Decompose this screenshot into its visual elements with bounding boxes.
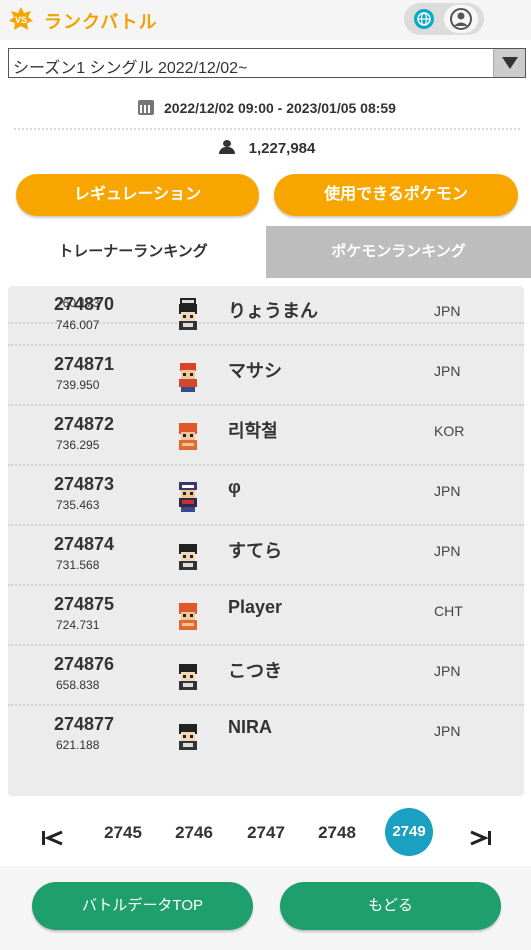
black-hair-trainer-sprite-icon — [179, 724, 197, 750]
table-row[interactable]: 274876 658.838 こつき JPN — [8, 646, 524, 706]
row-score: 658.838 — [56, 678, 100, 692]
page-link-2748[interactable]: 2748 — [312, 818, 362, 848]
row-score: 735.463 — [56, 498, 100, 512]
row-country: JPN — [434, 303, 461, 319]
row-rank: 274877 — [54, 714, 115, 734]
header-icon-group — [404, 3, 484, 35]
row-country: JPN — [434, 723, 461, 739]
cap-trainer-sprite-icon — [179, 482, 197, 512]
footer-bar: バトルデータTOP もどる — [0, 866, 531, 950]
table-row[interactable]: 274870 746.007 りょうまん JPN — [8, 286, 524, 346]
battle-data-top-button[interactable]: バトルデータTOP — [32, 882, 253, 930]
language-globe-icon[interactable] — [414, 9, 434, 29]
black-hair-trainer-sprite-icon — [179, 664, 197, 690]
back-button[interactable]: もどる — [280, 882, 501, 930]
row-rank: 274874 — [54, 534, 115, 554]
divider — [14, 128, 520, 130]
season-info-panel: 2022/12/02 09:00 - 2023/01/05 08:59 1,22… — [8, 90, 526, 166]
orange-hair-trainer-sprite-icon — [179, 423, 197, 450]
tab-trainer-ranking[interactable]: トレーナーランキング — [0, 226, 266, 278]
player-count: 1,227,984 — [8, 132, 526, 166]
first-page-icon[interactable]: |< — [42, 830, 64, 846]
row-rank: 274873 — [54, 474, 115, 494]
row-rank: 274875 — [54, 594, 115, 614]
row-score: 736.295 — [56, 438, 100, 452]
svg-text:VS: VS — [15, 15, 27, 25]
table-row[interactable]: 274874 731.568 すてら JPN — [8, 526, 524, 586]
table-row[interactable]: 274871 739.950 マサシ JPN — [8, 346, 524, 406]
player-count-text: 1,227,984 — [248, 140, 316, 157]
row-player-name: 리학철 — [228, 421, 278, 441]
page-link-2746[interactable]: 2746 — [169, 818, 219, 848]
row-rank: 274871 — [54, 354, 115, 374]
season-period-text: 2022/12/02 09:00 - 2023/01/05 08:59 — [164, 100, 396, 116]
table-row[interactable]: 274872 736.295 리학철 KOR — [8, 406, 524, 466]
row-country: JPN — [434, 363, 461, 379]
season-select-value: シーズン1 シングル 2022/12/02~ — [13, 60, 248, 77]
row-score: 731.568 — [56, 558, 100, 572]
row-score: 724.731 — [56, 618, 100, 632]
black-hair-trainer-sprite-icon — [179, 304, 197, 330]
season-select[interactable]: シーズン1 シングル 2022/12/02~ — [8, 48, 526, 78]
account-icon[interactable] — [444, 5, 478, 33]
row-player-name: りょうまん — [228, 301, 318, 321]
row-player-name: すてら — [228, 541, 283, 561]
ranking-list[interactable]: 760.173 274870 746.007 りょうまん JPN 274871 … — [8, 286, 524, 796]
regulation-button[interactable]: レギュレーション — [16, 174, 259, 216]
calendar-icon — [138, 100, 154, 115]
season-period: 2022/12/02 09:00 - 2023/01/05 08:59 — [8, 90, 526, 126]
row-player-name: φ — [228, 477, 241, 497]
orange-hair-trainer-sprite-icon — [179, 603, 197, 630]
row-rank: 274872 — [54, 414, 115, 434]
row-country: JPN — [434, 543, 461, 559]
vs-badge-icon: VS — [9, 7, 33, 30]
row-country: JPN — [434, 663, 461, 679]
pagination: |< 2745 2746 2747 2748 2749 >| — [0, 808, 531, 860]
table-row[interactable]: 274873 735.463 φ JPN — [8, 466, 524, 526]
row-score: 621.188 — [56, 738, 100, 752]
row-rank: 274876 — [54, 654, 115, 674]
page-link-2745[interactable]: 2745 — [98, 818, 148, 848]
row-country: CHT — [434, 603, 463, 619]
usable-pokemon-button[interactable]: 使用できるポケモン — [274, 174, 518, 216]
ranking-tabs: トレーナーランキング ポケモンランキング — [0, 226, 531, 278]
row-player-name: Player — [228, 597, 283, 617]
person-icon — [218, 140, 235, 154]
page-title: ランクバトル — [44, 12, 158, 32]
last-page-icon[interactable]: >| — [469, 830, 491, 846]
app-header: VS ランクバトル — [0, 0, 531, 40]
row-country: JPN — [434, 483, 461, 499]
row-player-name: マサシ — [228, 361, 282, 381]
row-country: KOR — [434, 423, 465, 439]
black-hair-trainer-sprite-icon — [179, 544, 197, 570]
page-link-2747[interactable]: 2747 — [241, 818, 291, 848]
red-cap-trainer-sprite-icon — [179, 363, 197, 392]
page-link-current[interactable]: 2749 — [385, 808, 433, 856]
table-row[interactable]: 274875 724.731 Player CHT — [8, 586, 524, 646]
table-row[interactable]: 274877 621.188 NIRA JPN — [8, 706, 524, 766]
row-score: 746.007 — [56, 318, 100, 332]
row-player-name: こつき — [228, 661, 282, 681]
row-score: 739.950 — [56, 378, 100, 392]
dropdown-arrow-icon[interactable] — [493, 49, 525, 77]
row-player-name: NIRA — [228, 717, 272, 737]
row-rank: 274870 — [54, 294, 115, 314]
tab-pokemon-ranking[interactable]: ポケモンランキング — [266, 226, 531, 278]
